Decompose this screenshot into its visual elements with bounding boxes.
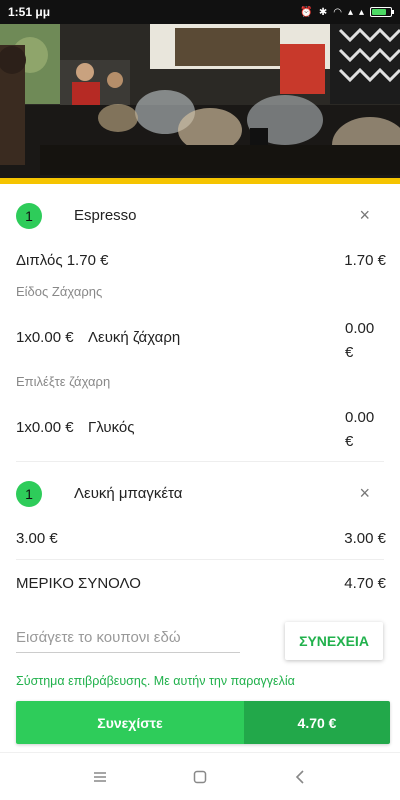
option-line-qty: 1x0.00 € <box>16 329 74 346</box>
checkout-total[interactable]: 4.70 € <box>244 701 390 744</box>
option-line-qty-2: 1x0.00 € <box>16 419 74 436</box>
option-price: 1.70 € <box>344 252 386 269</box>
bluetooth-icon: ✱ <box>318 6 328 18</box>
option-group-title: Είδος Ζάχαρης <box>16 284 103 299</box>
remove-item-icon[interactable]: × <box>359 205 370 226</box>
status-time: 1:51 μμ <box>8 5 51 19</box>
subtotal-label: ΜΕΡΙΚΟ ΣΥΝΟΛΟ <box>16 575 141 592</box>
option-label: Διπλός 1.70 € <box>16 252 109 269</box>
option-group-title-2: Επιλέξτε ζάχαρη <box>16 374 111 389</box>
navigation-bar <box>0 752 400 800</box>
status-icons: ⏰ ✱ ◠ ▴ ▴ <box>300 6 394 18</box>
option-line-name-2: Γλυκός <box>88 419 135 436</box>
back-nav-icon[interactable] <box>285 762 315 792</box>
signal-icon-2: ▴ <box>358 6 364 18</box>
divider <box>16 461 384 462</box>
quantity-badge: 1 <box>16 203 42 229</box>
status-bar: 1:51 μμ ⏰ ✱ ◠ ▴ ▴ <box>0 0 400 24</box>
alarm-icon: ⏰ <box>300 6 313 18</box>
remove-item-icon-2[interactable]: × <box>359 483 370 504</box>
menu-nav-icon[interactable] <box>85 762 115 792</box>
checkout-button[interactable]: Συνεχίστε 4.70 € <box>16 701 390 744</box>
item-name-2: Λευκή μπαγκέτα <box>74 485 183 502</box>
signal-icon: ▴ <box>347 6 353 18</box>
cafe-counter-photo <box>0 0 400 178</box>
item-name: Espresso <box>74 207 137 224</box>
option-line-price: 0.00 € <box>345 320 375 361</box>
quantity-badge-2: 1 <box>16 481 42 507</box>
option-line-price-2: 0.00 € <box>345 409 375 450</box>
checkout-label[interactable]: Συνεχίστε <box>16 701 244 744</box>
hero-banner-image <box>0 0 400 178</box>
battery-icon <box>370 7 394 17</box>
wifi-icon: ◠ <box>333 6 342 18</box>
reward-text: Σύστημα επιβράβευσης. Με αυτήν την παραγ… <box>16 674 295 688</box>
coupon-continue-button[interactable]: ΣΥΝΕΧΕΙΑ <box>285 622 383 660</box>
home-nav-icon[interactable] <box>185 762 215 792</box>
subtotal-value: 4.70 € <box>344 575 386 592</box>
item-unit-price: 3.00 € <box>16 530 58 547</box>
banner-stripe <box>0 178 400 184</box>
divider-2 <box>16 559 384 560</box>
option-line-name: Λευκή ζάχαρη <box>88 329 181 346</box>
coupon-input[interactable] <box>16 623 240 653</box>
item-line-total: 3.00 € <box>344 530 386 547</box>
